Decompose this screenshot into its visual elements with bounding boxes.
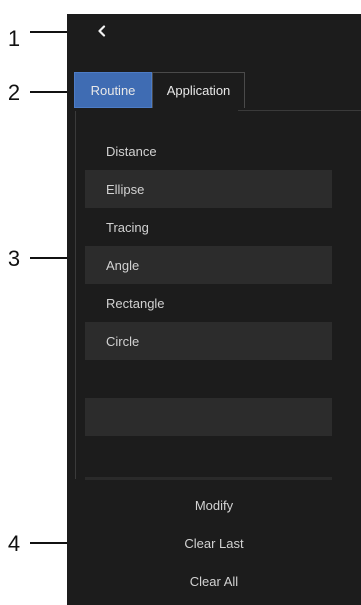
content-border — [75, 111, 76, 479]
list-item-empty — [85, 398, 332, 436]
list-item-angle[interactable]: Angle — [85, 246, 332, 284]
measurement-list: Distance Ellipse Tracing Angle Rectangle… — [85, 132, 332, 436]
callout-number-2: 2 — [7, 80, 21, 105]
clear-all-button[interactable]: Clear All — [67, 562, 361, 600]
list-item-distance[interactable]: Distance — [85, 132, 332, 170]
tab-divider — [238, 110, 361, 111]
list-item-empty — [85, 360, 332, 398]
list-bottom-divider — [85, 477, 332, 480]
action-buttons: Modify Clear Last Clear All — [67, 486, 361, 600]
callout-number-4: 4 — [7, 531, 21, 556]
callout-number-3: 3 — [7, 246, 21, 271]
list-item-rectangle[interactable]: Rectangle — [85, 284, 332, 322]
modify-button[interactable]: Modify — [67, 486, 361, 524]
back-button[interactable] — [92, 20, 112, 42]
tab-application[interactable]: Application — [152, 72, 245, 108]
callout-number-1: 1 — [7, 26, 21, 51]
tab-routine[interactable]: Routine — [74, 72, 152, 108]
list-item-tracing[interactable]: Tracing — [85, 208, 332, 246]
chevron-left-icon — [98, 25, 106, 37]
clear-last-button[interactable]: Clear Last — [67, 524, 361, 562]
list-item-ellipse[interactable]: Ellipse — [85, 170, 332, 208]
measurement-panel: Routine Application Distance Ellipse Tra… — [67, 14, 361, 605]
list-item-circle[interactable]: Circle — [85, 322, 332, 360]
tab-bar: Routine Application — [74, 72, 361, 110]
